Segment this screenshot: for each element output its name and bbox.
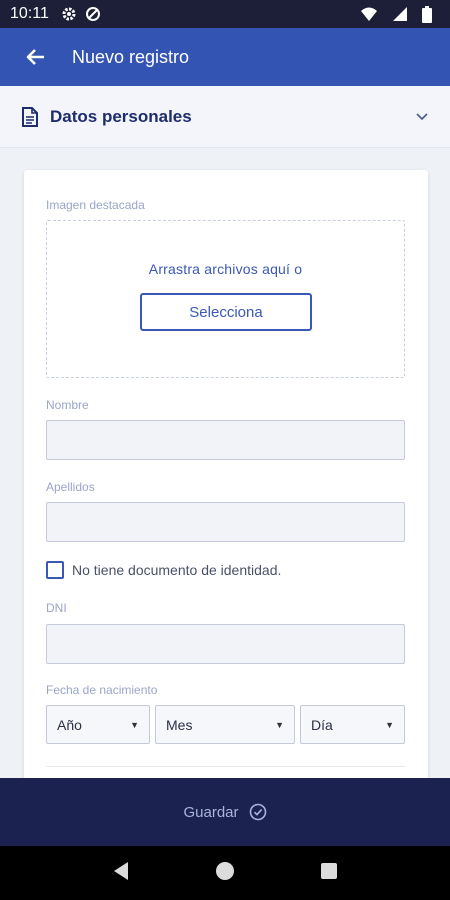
wifi-icon	[360, 6, 378, 22]
no-id-checkbox-row[interactable]: No tiene documento de identidad.	[46, 561, 281, 579]
name-input[interactable]	[46, 420, 405, 460]
caret-down-icon: ▼	[275, 719, 284, 730]
save-button[interactable]: Guardar	[0, 778, 450, 846]
birth-label: Fecha de nacimiento	[46, 683, 158, 697]
form-card: Imagen destacada Arrastra archivos aquí …	[24, 170, 428, 810]
day-select-value: Día	[311, 716, 333, 733]
document-icon	[22, 106, 38, 127]
caret-down-icon: ▼	[385, 719, 394, 730]
signal-icon	[392, 6, 408, 22]
arrow-back-icon[interactable]	[0, 28, 72, 86]
no-id-checkbox[interactable]	[46, 561, 64, 579]
select-file-button[interactable]: Selecciona	[140, 293, 312, 331]
dropzone-text: Arrastra archivos aquí o	[148, 261, 303, 277]
section-title: Datos personales	[50, 106, 192, 126]
nav-recents-icon[interactable]	[320, 862, 338, 885]
check-circle-icon	[249, 803, 267, 821]
surname-label: Apellidos	[46, 480, 95, 494]
month-select-value: Mes	[166, 716, 193, 733]
status-bar: 10:11	[0, 0, 450, 28]
name-label: Nombre	[46, 398, 89, 412]
status-time: 10:11	[10, 5, 49, 22]
image-dropzone[interactable]: Arrastra archivos aquí o Selecciona	[46, 220, 405, 378]
no-id-label: No tiene documento de identidad.	[72, 562, 282, 578]
dni-label: DNI	[46, 601, 67, 615]
nav-home-icon[interactable]	[215, 861, 235, 886]
gear-icon	[61, 6, 77, 22]
app-bar: Nuevo registro	[0, 28, 450, 86]
year-select-value: Año	[57, 716, 82, 733]
image-label: Imagen destacada	[46, 198, 145, 212]
chevron-down-icon[interactable]	[416, 112, 428, 121]
system-nav-bar	[0, 846, 450, 900]
day-select[interactable]: Día ▼	[300, 705, 405, 744]
dni-input[interactable]	[46, 624, 405, 664]
page-title: Nuevo registro	[72, 46, 190, 67]
data-saver-icon	[85, 6, 101, 22]
surname-input[interactable]	[46, 502, 405, 542]
battery-icon	[422, 5, 432, 23]
year-select[interactable]: Año ▼	[46, 705, 150, 744]
nav-back-icon[interactable]	[112, 861, 130, 886]
save-label: Guardar	[183, 803, 239, 821]
caret-down-icon: ▼	[130, 719, 139, 730]
section-datos-personales[interactable]: Datos personales	[0, 86, 450, 148]
month-select[interactable]: Mes ▼	[155, 705, 295, 744]
divider	[46, 766, 405, 767]
